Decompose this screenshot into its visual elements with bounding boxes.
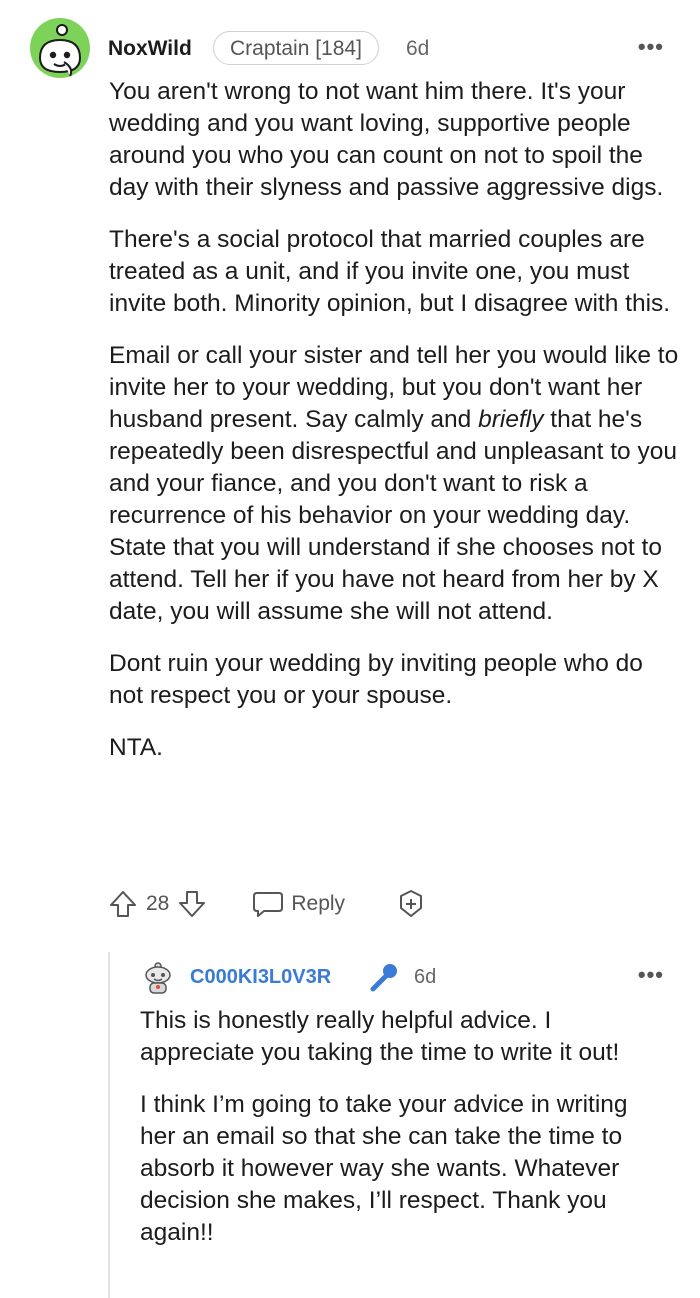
- user-flair: Craptain [184]: [213, 31, 379, 65]
- reply-paragraph: I think I’m going to take your advice in…: [140, 1091, 628, 1246]
- op-microphone-icon: [370, 964, 397, 992]
- op-badge: [368, 962, 400, 999]
- comment-body: You aren't wrong to not want him there. …: [109, 76, 679, 784]
- reply-button[interactable]: Reply: [251, 889, 345, 919]
- upvote-button[interactable]: [108, 889, 138, 919]
- comment-paragraph: You aren't wrong to not want him there. …: [109, 78, 664, 201]
- upvote-icon: [110, 891, 136, 917]
- comment-paragraph: NTA.: [109, 734, 163, 761]
- comment-paragraph: Dont ruin your wedding by inviting peopl…: [109, 650, 643, 709]
- snoo-avatar-icon: [145, 962, 171, 994]
- reply-label: Reply: [291, 892, 346, 915]
- reply-paragraph: This is honestly really helpful advice. …: [140, 1007, 620, 1066]
- snoo-avatar-icon: [30, 18, 90, 78]
- reply-user-avatar[interactable]: [140, 960, 176, 996]
- reply-age: 6d: [414, 966, 437, 988]
- comment-paragraph: Email or call your sister and tell her y…: [109, 340, 679, 628]
- user-avatar[interactable]: [30, 18, 90, 78]
- downvote-icon: [179, 891, 206, 917]
- paragraph-text: that he's repeatedly been disrespectful …: [109, 406, 677, 625]
- more-options-button[interactable]: •••: [638, 34, 664, 60]
- vote-count: 28: [146, 892, 170, 915]
- downvote-button[interactable]: [177, 889, 207, 919]
- emphasis-text: briefly: [478, 406, 544, 433]
- award-icon: [400, 890, 423, 917]
- comment-age: 6d: [406, 37, 430, 60]
- comment-actions: 28 Reply: [108, 884, 427, 924]
- comment-paragraph: There's a social protocol that married c…: [109, 226, 671, 317]
- reply-more-options-button[interactable]: •••: [638, 962, 664, 988]
- reply-body: This is honestly really helpful advice. …: [140, 1005, 660, 1269]
- reply-bubble-icon: [253, 892, 284, 917]
- comment-username[interactable]: NoxWild: [108, 37, 192, 61]
- award-button[interactable]: [395, 888, 427, 920]
- reply-username[interactable]: C000KI3L0V3R: [190, 966, 331, 989]
